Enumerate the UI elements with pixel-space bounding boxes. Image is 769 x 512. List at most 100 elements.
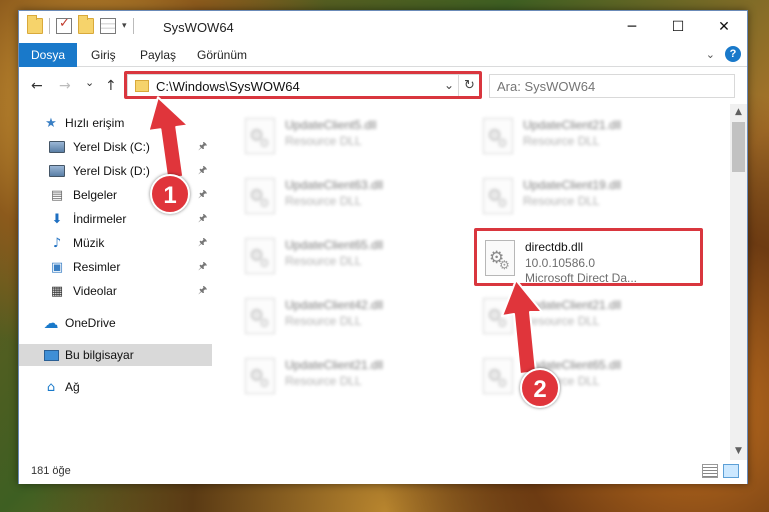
sidebar-item-label: Belgeler [73,188,118,202]
forward-button[interactable]: → [59,78,71,94]
sidebar-item-local-disk-c[interactable]: Yerel Disk (C:) 🖈 [19,136,212,158]
file-type: Resource DLL [523,134,600,148]
computer-icon [43,347,59,363]
sidebar-item-label: Hızlı erişim [65,116,125,130]
large-icons-view-icon[interactable] [723,464,739,478]
pin-icon[interactable]: 🖈 [198,235,207,252]
scrollbar-thumb[interactable] [732,122,745,172]
sidebar-item-this-pc[interactable]: Bu bilgisayar [19,344,212,366]
file-item[interactable]: UpdateClient19.dll Resource DLL [475,172,695,220]
scroll-down-icon[interactable]: ▼ [730,443,747,460]
pin-icon[interactable]: 🖈 [198,283,207,300]
properties-check-icon[interactable] [56,16,72,34]
navigation-pane: ★ Hızlı erişim Yerel Disk (C:) 🖈 Yerel D… [19,104,215,460]
documents-icon: ▤ [50,187,64,203]
dll-file-icon [245,298,275,334]
step-badge-2: 2 [520,368,560,408]
file-name: UpdateClient21.dll [523,298,622,312]
maximize-button[interactable]: ☐ [655,11,701,43]
sidebar-item-label: Videolar [73,284,117,298]
file-type: Resource DLL [523,314,600,328]
folder-icon [27,15,43,34]
sidebar-item-label: OneDrive [65,316,116,330]
disk-icon [49,163,65,179]
status-bar: 181 öğe [19,460,747,484]
dll-file-icon [483,298,513,334]
file-name: UpdateClient21.dll [285,358,384,372]
file-item[interactable]: UpdateClient21.dll Resource DLL [237,352,457,400]
ribbon-right-controls: ⌄ ? [706,46,741,62]
file-type: Resource DLL [285,254,362,268]
pin-icon[interactable]: 🖈 [198,211,207,228]
sidebar-item-music[interactable]: ♪ Müzik 🖈 [19,232,212,254]
pin-icon[interactable]: 🖈 [198,259,207,276]
sidebar-item-label: Resimler [73,260,121,274]
file-item[interactable]: UpdateClient63.dll Resource DLL [237,172,457,220]
video-icon: ▦ [50,283,64,299]
window-controls: ─ ☐ ✕ [609,11,747,43]
tab-home[interactable]: Giriş [79,43,128,67]
search-box[interactable] [489,74,735,98]
new-folder-icon[interactable] [78,15,94,34]
file-type: Resource DLL [285,134,362,148]
disk-icon [49,139,65,155]
pin-icon[interactable]: 🖈 [198,139,207,156]
file-type: Resource DLL [523,194,600,208]
dll-file-icon [483,118,513,154]
file-name: UpdateClient5.dll [285,118,377,132]
search-input[interactable] [490,75,734,97]
step-badge-1: 1 [150,174,190,214]
quick-access-toolbar: ▾ [27,15,134,34]
music-icon: ♪ [52,235,62,251]
file-item[interactable]: UpdateClient21.dll Resource DLL [475,292,695,340]
ribbon-tabs: Dosya Giriş Paylaş Görünüm ⌄ ? [19,43,747,67]
window-title: SysWOW64 [163,20,234,35]
sidebar-item-videos[interactable]: ▦ Videolar 🖈 [19,280,212,302]
minimize-button[interactable]: ─ [609,11,655,43]
sidebar-item-label: İndirmeler [73,212,127,226]
file-item[interactable]: UpdateClient65.dll Resource DLL [475,352,695,400]
cloud-icon: ☁ [43,314,59,332]
toolbar-dropdown-icon[interactable]: ▾ [122,21,127,31]
pictures-icon: ▣ [50,259,64,275]
tab-view[interactable]: Görünüm [185,43,259,67]
file-item[interactable]: UpdateClient21.dll Resource DLL [475,112,695,160]
file-item[interactable]: UpdateClient65.dll Resource DLL [237,232,457,280]
sidebar-item-downloads[interactable]: ⬇ İndirmeler 🖈 [19,208,212,230]
dll-file-icon [483,358,513,394]
file-name: UpdateClient19.dll [523,178,622,192]
sidebar-item-pictures[interactable]: ▣ Resimler 🖈 [19,256,212,278]
back-button[interactable]: ← [31,78,43,94]
title-bar: ▾ SysWOW64 ─ ☐ ✕ [19,11,747,43]
file-item[interactable]: UpdateClient42.dll Resource DLL [237,292,457,340]
dll-file-icon [483,178,513,214]
sidebar-item-label: Yerel Disk (C:) [73,140,150,154]
customize-toolbar-icon[interactable] [100,18,116,34]
sidebar-item-network[interactable]: ⌂ Ağ [19,376,212,398]
sidebar-item-onedrive[interactable]: ☁ OneDrive [19,312,212,334]
dll-file-icon [245,178,275,214]
up-button[interactable]: ↑ [105,78,117,94]
pin-icon[interactable]: 🖈 [198,187,207,204]
tab-share[interactable]: Paylaş [128,43,188,67]
pin-icon[interactable]: 🖈 [198,163,207,180]
dll-file-icon [245,358,275,394]
file-name: UpdateClient21.dll [523,118,622,132]
star-icon: ★ [45,115,57,131]
close-button[interactable]: ✕ [701,11,747,43]
file-type: Resource DLL [285,314,362,328]
sidebar-item-label: Ağ [65,380,80,394]
address-highlight-box [124,71,482,99]
scroll-up-icon[interactable]: ▲ [730,104,747,121]
expand-ribbon-chevron-icon[interactable]: ⌄ [706,48,715,61]
tab-file[interactable]: Dosya [19,43,77,67]
file-highlight-box [474,228,703,286]
help-icon[interactable]: ? [725,46,741,62]
details-view-icon[interactable] [702,464,718,478]
sidebar-item-label: Müzik [73,236,105,250]
file-item[interactable]: UpdateClient5.dll Resource DLL [237,112,457,160]
item-count: 181 öğe [31,465,71,477]
vertical-scrollbar[interactable]: ▲ ▼ [730,104,747,460]
recent-locations-button[interactable]: ⌄ [85,76,94,89]
sidebar-item-quick-access[interactable]: ★ Hızlı erişim [19,112,212,134]
